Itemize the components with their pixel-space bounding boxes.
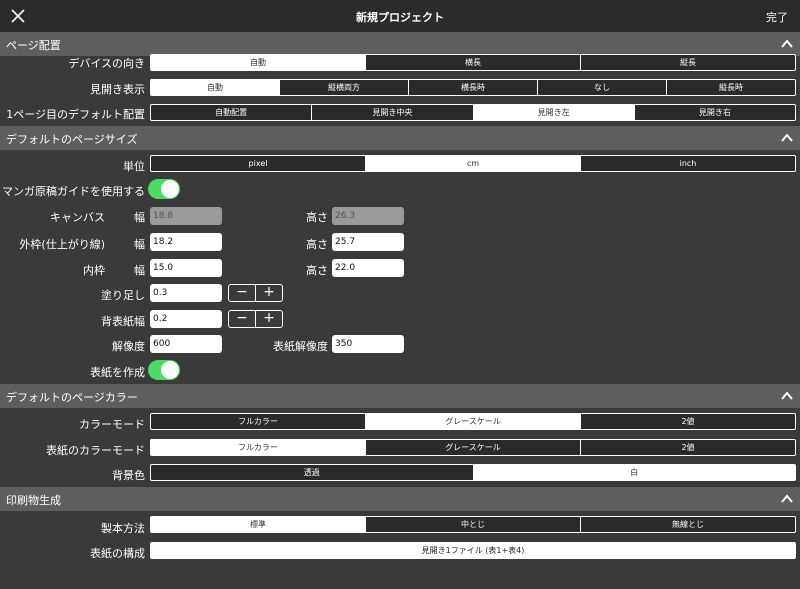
segment-option[interactable]: 縦横両方 <box>279 80 408 95</box>
canvas-height-field: 26.3 <box>332 207 404 225</box>
segment-option[interactable]: pixel <box>151 156 365 171</box>
decrement-button[interactable]: − <box>229 311 256 327</box>
section-title: デフォルトのページサイズ <box>6 133 138 146</box>
segment-option[interactable]: なし <box>537 80 666 95</box>
segment-option[interactable]: 横長時 <box>408 80 537 95</box>
inner-height-label: 高さ <box>306 264 328 277</box>
manga-guide-label: マンガ原稿ガイドを使用する <box>2 185 145 198</box>
section-header-print[interactable]: 印刷物生成 <box>0 487 800 511</box>
bleed-label: 塗り足し <box>101 289 145 302</box>
segment-option[interactable]: 自動 <box>151 80 279 95</box>
section-header-page-layout[interactable]: ページ配置 <box>0 32 800 56</box>
segment-option[interactable]: 中とじ <box>365 517 580 532</box>
toggle-knob <box>161 180 179 198</box>
cover-color-mode-control[interactable]: フルカラー グレースケール 2値 <box>150 439 796 456</box>
resolution-field[interactable]: 600 <box>150 335 222 353</box>
segment-option[interactable]: 縦長時 <box>666 80 795 95</box>
cover-structure-label: 表紙の構成 <box>90 547 145 560</box>
dialog-title: 新規プロジェクト <box>356 11 444 24</box>
inner-width-label: 幅 <box>134 264 145 277</box>
cover-color-mode-label: 表紙のカラーモード <box>46 444 145 457</box>
spine-width-label: 背表紙幅 <box>101 315 145 328</box>
segment-option[interactable]: フルカラー <box>151 414 365 429</box>
toggle-knob <box>161 361 179 379</box>
segment-option[interactable]: 標準 <box>151 517 365 532</box>
segment-option[interactable]: 白 <box>472 465 795 480</box>
decrement-button[interactable]: − <box>229 285 256 301</box>
background-color-label: 背景色 <box>112 469 145 482</box>
section-header-page-color[interactable]: デフォルトのページカラー <box>0 384 800 408</box>
segment-option[interactable]: 無線とじ <box>580 517 795 532</box>
create-cover-toggle[interactable] <box>148 360 180 380</box>
inner-width-field[interactable]: 15.0 <box>150 259 222 277</box>
spread-display-label: 見開き表示 <box>90 83 145 96</box>
section-title: デフォルトのページカラー <box>6 391 138 404</box>
section-title: ページ配置 <box>6 39 61 52</box>
bleed-stepper[interactable]: − + <box>228 284 283 302</box>
chevron-up-icon[interactable] <box>780 37 794 51</box>
spine-stepper[interactable]: − + <box>228 310 283 328</box>
outer-frame-label: 外枠(仕上がり線) <box>19 238 105 251</box>
segment-option[interactable]: 自動 <box>151 55 365 70</box>
segment-option[interactable]: グレースケール <box>365 414 580 429</box>
device-orientation-label: デバイスの向き <box>68 57 145 70</box>
resolution-label: 解像度 <box>112 340 145 353</box>
segment-option[interactable]: 2値 <box>580 440 795 455</box>
unit-label: 単位 <box>123 160 145 173</box>
chevron-up-icon[interactable] <box>780 389 794 403</box>
cover-structure-button[interactable]: 見開き1ファイル (表1+表4) <box>150 542 796 559</box>
color-mode-label: カラーモード <box>79 418 145 431</box>
manga-guide-toggle[interactable] <box>148 179 180 199</box>
first-page-default-label: 1ページ目のデフォルト配置 <box>6 108 145 121</box>
outer-width-field[interactable]: 18.2 <box>150 233 222 251</box>
first-page-default-control[interactable]: 自動配置 見開き中央 見開き左 見開き右 <box>150 104 796 121</box>
canvas-width-label: 幅 <box>134 211 145 224</box>
bleed-field[interactable]: 0.3 <box>150 284 222 302</box>
spread-display-control[interactable]: 自動 縦横両方 横長時 なし 縦長時 <box>150 79 796 96</box>
create-cover-label: 表紙を作成 <box>90 366 145 379</box>
inner-height-field[interactable]: 22.0 <box>332 259 404 277</box>
chevron-up-icon[interactable] <box>780 492 794 506</box>
background-color-control[interactable]: 透過白 <box>150 464 796 481</box>
inner-frame-label: 内枠 <box>83 264 105 277</box>
chevron-up-icon[interactable] <box>780 131 794 145</box>
canvas-width-field: 18.8 <box>150 207 222 225</box>
segment-option[interactable]: cm <box>365 156 580 171</box>
canvas-height-label: 高さ <box>306 211 328 224</box>
cover-resolution-label: 表紙解像度 <box>273 340 328 353</box>
segment-option[interactable]: 見開き左 <box>472 105 634 120</box>
unit-control[interactable]: pixel cm inch <box>150 155 796 172</box>
outer-width-label: 幅 <box>134 238 145 251</box>
outer-height-field[interactable]: 25.7 <box>332 233 404 251</box>
segment-option[interactable]: 見開き右 <box>633 105 795 120</box>
done-button[interactable]: 完了 <box>766 9 788 25</box>
segment-option[interactable]: 横長 <box>365 55 580 70</box>
color-mode-control[interactable]: フルカラー グレースケール 2値 <box>150 413 796 430</box>
binding-method-control[interactable]: 標準 中とじ 無線とじ <box>150 516 796 533</box>
cover-resolution-field[interactable]: 350 <box>332 335 404 353</box>
increment-button[interactable]: + <box>256 285 282 301</box>
device-orientation-control[interactable]: 自動 横長 縦長 <box>150 54 796 71</box>
section-header-page-size[interactable]: デフォルトのページサイズ <box>0 126 800 150</box>
outer-height-label: 高さ <box>306 238 328 251</box>
segment-option[interactable]: フルカラー <box>151 440 365 455</box>
canvas-label: キャンバス <box>50 211 105 224</box>
segment-option[interactable]: inch <box>580 156 795 171</box>
spine-width-field[interactable]: 0.2 <box>150 310 222 328</box>
section-title: 印刷物生成 <box>6 494 61 507</box>
title-bar: 新規プロジェクト 完了 <box>0 0 800 32</box>
segment-option[interactable]: 透過 <box>151 465 473 480</box>
increment-button[interactable]: + <box>256 311 282 327</box>
segment-option[interactable]: 見開き中央 <box>311 105 473 120</box>
binding-method-label: 製本方法 <box>101 522 145 535</box>
segment-option[interactable]: 自動配置 <box>151 105 312 120</box>
segment-option[interactable]: グレースケール <box>365 440 580 455</box>
segment-option[interactable]: 2値 <box>580 414 795 429</box>
segment-option[interactable]: 縦長 <box>580 55 795 70</box>
